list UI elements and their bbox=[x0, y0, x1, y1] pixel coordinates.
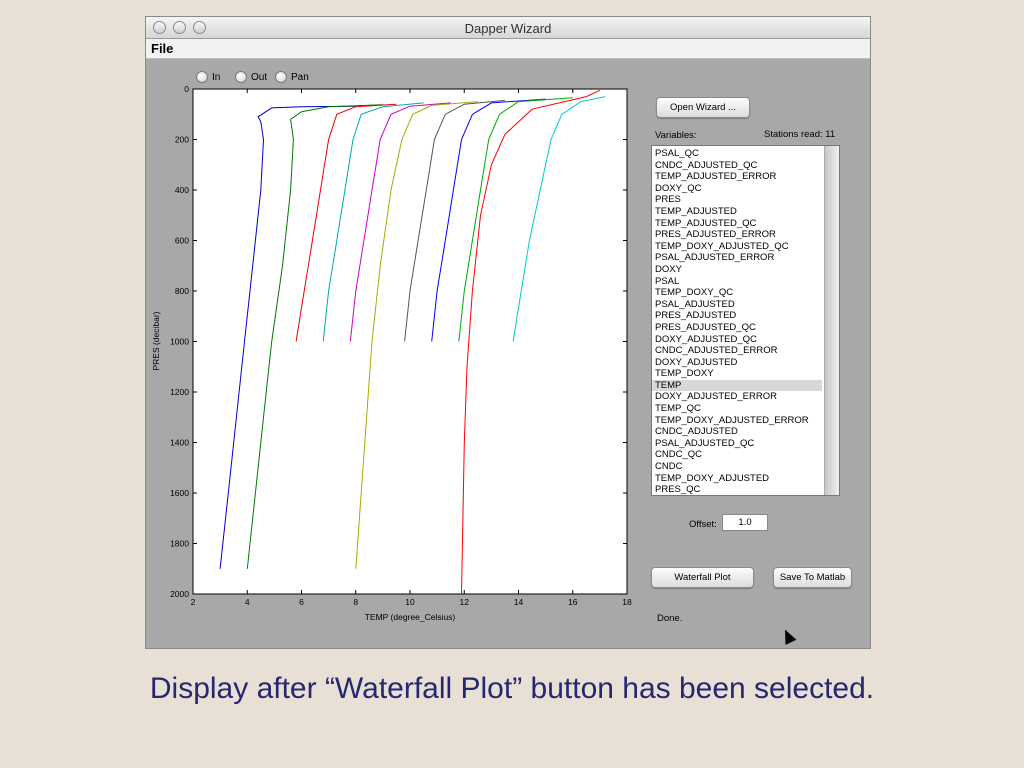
list-item[interactable]: CNDC_ADJUSTED_QC bbox=[652, 160, 822, 172]
x-tick-label: 4 bbox=[245, 597, 250, 607]
list-item[interactable]: PSAL_ADJUSTED_ERROR bbox=[652, 252, 822, 264]
x-tick-label: 12 bbox=[460, 597, 470, 607]
status-text: Done. bbox=[657, 613, 683, 624]
list-item[interactable]: TEMP_ADJUSTED_ERROR bbox=[652, 171, 822, 183]
list-item[interactable]: DOXY_ADJUSTED_ERROR bbox=[652, 391, 822, 403]
y-tick-label: 1400 bbox=[170, 438, 189, 448]
y-tick-label: 1600 bbox=[170, 488, 189, 498]
dapper-wizard-window: Dapper Wizard File In Out Pan 2 4 6 8 10 12 14… bbox=[145, 16, 871, 649]
y-tick-label: 400 bbox=[175, 185, 189, 195]
list-item[interactable]: TEMP_DOXY_ADJUSTED_QC bbox=[652, 241, 822, 253]
list-item[interactable]: CNDC_ADJUSTED_ERROR bbox=[652, 345, 822, 357]
variables-list[interactable]: PSAL_QC CNDC_ADJUSTED_QC TEMP_ADJUSTED_ERR… bbox=[652, 146, 822, 495]
y-tick-label: 2000 bbox=[170, 589, 189, 599]
save-to-matlab-button[interactable]: Save To Matlab bbox=[773, 567, 852, 588]
variables-listbox[interactable]: PSAL_QC CNDC_ADJUSTED_QC TEMP_ADJUSTED_ERR… bbox=[651, 145, 840, 496]
x-tick-label: 10 bbox=[405, 597, 415, 607]
offset-input[interactable]: 1.0 bbox=[722, 514, 768, 531]
x-tick-label: 16 bbox=[568, 597, 578, 607]
list-item[interactable]: PSAL_QC bbox=[652, 148, 822, 160]
list-item[interactable]: PSAL_ADJUSTED bbox=[652, 299, 822, 311]
y-tick-label: 1800 bbox=[170, 539, 189, 549]
list-item[interactable]: TEMP_ADJUSTED bbox=[652, 206, 822, 218]
y-tick-label: 200 bbox=[175, 135, 189, 145]
slide-caption: Display after “Waterfall Plot” button ha… bbox=[149, 672, 875, 705]
listbox-scrollbar[interactable] bbox=[824, 146, 839, 495]
list-item[interactable]: DOXY bbox=[652, 264, 822, 276]
x-tick-label: 6 bbox=[299, 597, 304, 607]
y-tick-label: 1200 bbox=[170, 387, 189, 397]
list-item[interactable]: CNDC bbox=[652, 461, 822, 473]
variables-label: Variables: bbox=[655, 130, 697, 141]
x-tick-label: 14 bbox=[514, 597, 524, 607]
list-item[interactable]: PRES_ADJUSTED bbox=[652, 310, 822, 322]
x-axis-label: TEMP (degree_Celsius) bbox=[365, 612, 456, 622]
list-item[interactable]: PRES_ADJUSTED_QC bbox=[652, 322, 822, 334]
list-item[interactable]: DOXY_QC bbox=[652, 183, 822, 195]
x-tick-label: 8 bbox=[353, 597, 358, 607]
list-item[interactable]: CNDC_ADJUSTED bbox=[652, 426, 822, 438]
list-item[interactable]: TEMP_DOXY_QC bbox=[652, 287, 822, 299]
list-item[interactable]: PRES_ADJUSTED_ERROR bbox=[652, 229, 822, 241]
list-item[interactable]: TEMP_ADJUSTED_QC bbox=[652, 218, 822, 230]
plot-area[interactable] bbox=[192, 88, 628, 595]
list-item[interactable]: TEMP bbox=[652, 379, 822, 392]
waterfall-plot[interactable]: 2 4 6 8 10 12 14 16 18 0 200 400 600 800 1000 1200 1400… bbox=[146, 17, 646, 637]
list-item[interactable]: TEMP_DOXY_ADJUSTED bbox=[652, 473, 822, 485]
y-tick-label: 600 bbox=[175, 236, 189, 246]
list-item[interactable]: PSAL bbox=[652, 276, 822, 288]
list-item[interactable]: TEMP_QC bbox=[652, 403, 822, 415]
list-item[interactable]: DOXY_ADJUSTED_QC bbox=[652, 334, 822, 346]
list-item[interactable]: PSAL_ADJUSTED_QC bbox=[652, 438, 822, 450]
list-item[interactable]: TEMP_DOXY_ADJUSTED_ERROR bbox=[652, 415, 822, 427]
waterfall-plot-button[interactable]: Waterfall Plot bbox=[651, 567, 754, 588]
list-item[interactable]: TEMP_DOXY bbox=[652, 368, 822, 380]
y-axis-label: PRES (decibar) bbox=[151, 311, 161, 370]
y-tick-label: 1000 bbox=[170, 337, 189, 347]
list-item[interactable]: PRES bbox=[652, 194, 822, 206]
x-tick-label: 2 bbox=[191, 597, 196, 607]
offset-label: Offset: bbox=[689, 519, 717, 530]
list-item[interactable]: DOXY_ADJUSTED bbox=[652, 357, 822, 369]
mouse-cursor-icon bbox=[779, 627, 797, 645]
stations-read-label: Stations read: 11 bbox=[764, 129, 836, 140]
y-tick-label: 800 bbox=[175, 286, 189, 296]
list-item[interactable]: CNDC_QC bbox=[652, 449, 822, 461]
y-tick-label: 0 bbox=[184, 84, 189, 94]
list-item[interactable]: PRES_QC bbox=[652, 484, 822, 495]
open-wizard-button[interactable]: Open Wizard ... bbox=[656, 97, 750, 118]
x-tick-label: 18 bbox=[622, 597, 632, 607]
